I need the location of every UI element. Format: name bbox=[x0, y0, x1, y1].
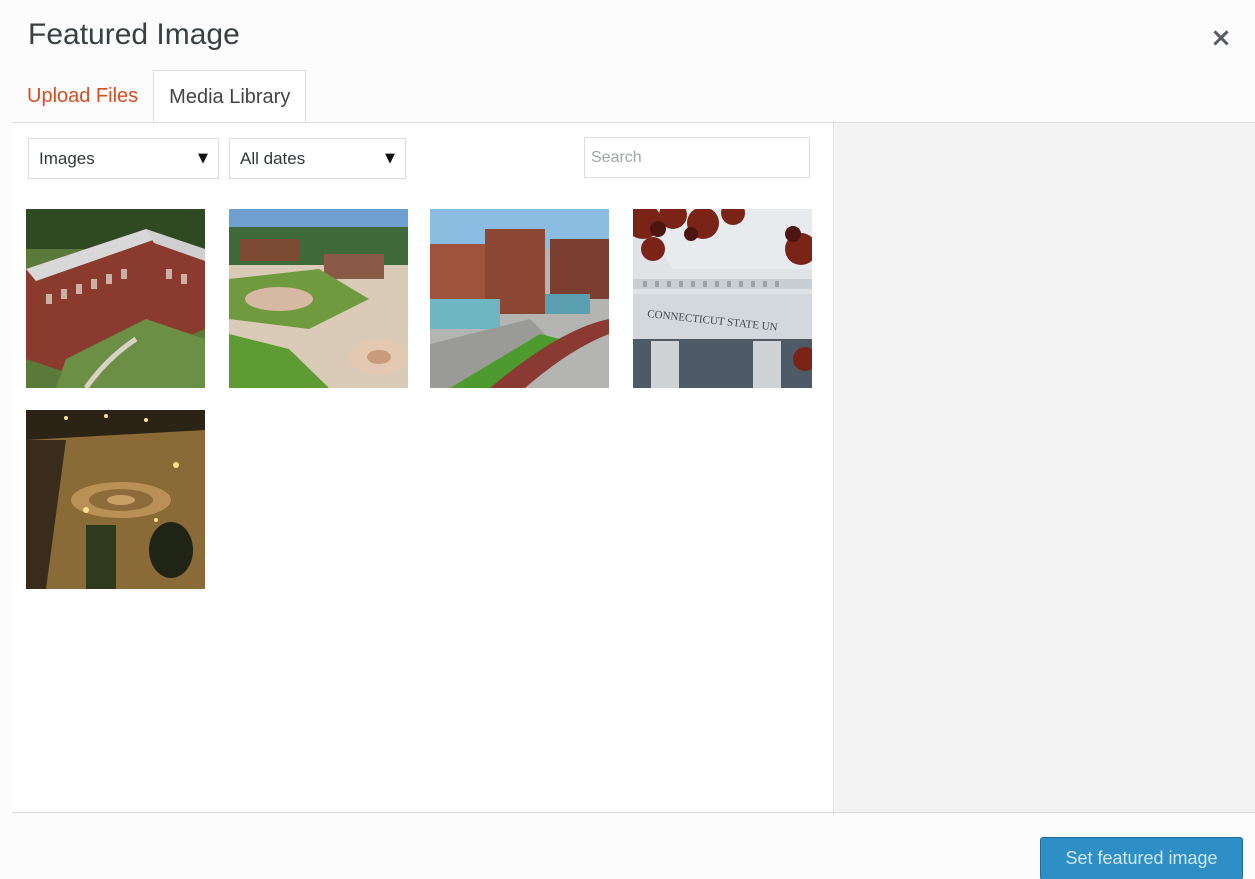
footer-divider bbox=[12, 812, 1255, 813]
date-filter-value: All dates bbox=[240, 148, 306, 168]
media-type-filter-value: Images bbox=[39, 148, 95, 168]
thumbnail-image: CONNECTICUT STATE UN bbox=[633, 209, 812, 388]
search-input[interactable] bbox=[584, 137, 810, 178]
thumbnail-image bbox=[26, 410, 205, 589]
thumbnail-image bbox=[430, 209, 609, 388]
tab-upload-files[interactable]: Upload Files bbox=[12, 70, 153, 123]
attachment-thumbnail[interactable] bbox=[430, 209, 609, 388]
attachment-details-sidebar bbox=[835, 123, 1255, 812]
tab-media-library[interactable]: Media Library bbox=[153, 70, 307, 124]
attachment-thumbnail[interactable]: CONNECTICUT STATE UN bbox=[633, 209, 812, 388]
close-icon[interactable]: × bbox=[1205, 22, 1237, 54]
date-filter[interactable]: All dates ▼ bbox=[229, 138, 406, 179]
thumbnail-image bbox=[229, 209, 408, 388]
attachment-thumbnail[interactable] bbox=[26, 209, 205, 388]
attachment-thumbnail[interactable] bbox=[26, 410, 205, 589]
chevron-down-icon: ▼ bbox=[198, 151, 208, 166]
modal-title: Featured Image bbox=[28, 18, 240, 51]
media-type-filter[interactable]: Images ▼ bbox=[28, 138, 219, 179]
media-browser: Images ▼ All dates ▼ Search CONNECTICUT … bbox=[12, 123, 834, 812]
thumbnail-image bbox=[26, 209, 205, 388]
set-featured-image-button[interactable]: Set featured image bbox=[1040, 837, 1243, 879]
attachment-thumbnail[interactable] bbox=[229, 209, 408, 388]
chevron-down-icon: ▼ bbox=[385, 151, 395, 166]
modal-tabs: Upload Files Media Library bbox=[12, 70, 307, 124]
featured-image-modal: Featured Image × Upload Files Media Libr… bbox=[0, 0, 1255, 879]
